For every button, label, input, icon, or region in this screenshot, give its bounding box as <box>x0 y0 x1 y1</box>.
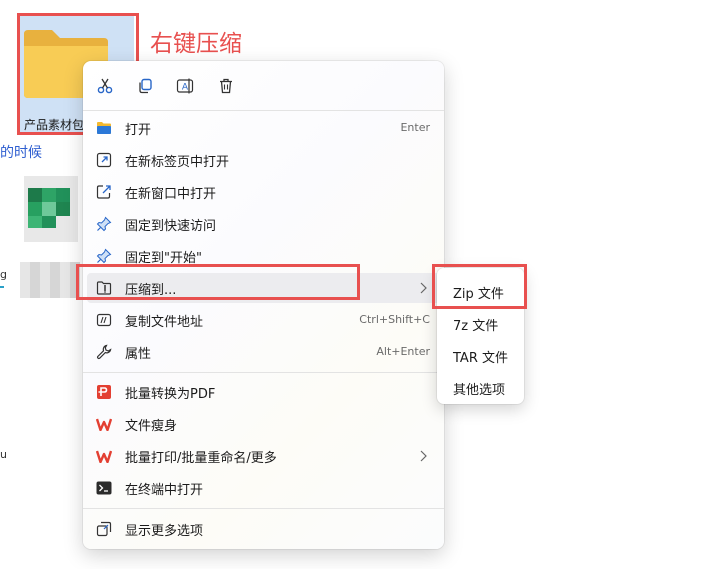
menu-item-label: 文件瘦身 <box>125 419 178 434</box>
menu-item-open[interactable]: 打开 Enter <box>87 113 440 143</box>
menu-item-label: 固定到快速访问 <box>125 219 217 234</box>
menu-item-open-new-window[interactable]: 在新窗口中打开 <box>87 177 440 207</box>
menu-item-batch-more[interactable]: 批量打印/批量重命名/更多 <box>87 441 440 471</box>
menu-item-file-slim[interactable]: 文件瘦身 <box>87 409 440 439</box>
annotation-label: 右键压缩 <box>150 31 242 57</box>
copy-icon <box>139 78 152 94</box>
open-new-tab-icon <box>96 152 112 168</box>
blurred-file-label <box>20 262 80 298</box>
menu-item-label: 属性 <box>125 347 152 362</box>
menu-item-open-new-tab[interactable]: 在新标签页中打开 <box>87 145 440 175</box>
menu-item-label: 在新标签页中打开 <box>125 155 230 170</box>
menu-item-label: 打开 <box>125 123 152 138</box>
edge-text-fragment: g <box>0 268 7 281</box>
menu-item-shortcut: Ctrl+Shift+C <box>359 313 430 326</box>
submenu-item-label: TAR 文件 <box>453 351 508 366</box>
pdf-icon <box>97 385 111 399</box>
menu-item-copy-path[interactable]: 复制文件地址 Ctrl+Shift+C <box>87 305 440 335</box>
menu-item-open-terminal[interactable]: 在终端中打开 <box>87 473 440 503</box>
menu-item-label: 批量转换为PDF <box>125 387 216 402</box>
chevron-right-icon <box>420 450 427 462</box>
menu-separator <box>83 508 444 509</box>
submenu-item-label: 其他选项 <box>453 383 506 398</box>
wps-icon <box>96 418 112 431</box>
folder-small-icon <box>97 122 111 134</box>
edge-text-fragment: u <box>0 448 7 461</box>
copy-path-icon <box>96 313 112 327</box>
menu-item-pin-quick-access[interactable]: 固定到快速访问 <box>87 209 440 239</box>
context-menu: A 打开 Enter 在新标签页中打开 在新窗口中打开 固定到快速访问 固定到"… <box>83 61 444 549</box>
menu-item-properties[interactable]: 属性 Alt+Enter <box>87 337 440 367</box>
scissors-icon <box>97 78 113 94</box>
background-link-text[interactable]: 的时候 <box>0 142 42 162</box>
show-more-icon <box>96 521 112 537</box>
menu-item-label: 复制文件地址 <box>125 315 204 330</box>
compress-item-highlight-box <box>76 264 360 300</box>
copy-button[interactable] <box>133 74 157 98</box>
edge-mark <box>0 286 4 288</box>
rename-button[interactable]: A <box>173 74 197 98</box>
wps-icon <box>96 450 112 463</box>
menu-separator <box>83 372 444 373</box>
menu-item-label: 批量打印/批量重命名/更多 <box>125 451 277 466</box>
submenu-item-label: 7z 文件 <box>453 319 499 334</box>
svg-text:A: A <box>182 83 189 93</box>
terminal-icon <box>96 481 112 495</box>
pin-icon <box>96 248 112 264</box>
menu-item-label: 在新窗口中打开 <box>125 187 217 202</box>
trash-icon <box>220 78 232 94</box>
chevron-right-icon <box>420 282 427 294</box>
wrench-icon <box>96 344 112 360</box>
menu-item-shortcut: Enter <box>400 121 430 134</box>
pin-icon <box>96 216 112 232</box>
open-new-window-icon <box>96 185 111 199</box>
menu-item-shortcut: Alt+Enter <box>376 345 430 358</box>
zip-item-highlight-box <box>432 264 527 309</box>
menu-item-show-more[interactable]: 显示更多选项 <box>87 514 440 544</box>
blurred-file-icon <box>24 176 78 242</box>
menu-separator <box>83 110 444 111</box>
cut-button[interactable] <box>93 74 117 98</box>
menu-item-label: 显示更多选项 <box>125 524 204 539</box>
rename-icon: A <box>176 78 194 94</box>
delete-button[interactable] <box>214 74 238 98</box>
menu-item-label: 在终端中打开 <box>125 483 204 498</box>
submenu-item-7z[interactable]: 7z 文件 <box>437 308 524 338</box>
menu-item-batch-to-pdf[interactable]: 批量转换为PDF <box>87 377 440 407</box>
submenu-item-other[interactable]: 其他选项 <box>437 372 524 402</box>
submenu-item-tar[interactable]: TAR 文件 <box>437 340 524 370</box>
